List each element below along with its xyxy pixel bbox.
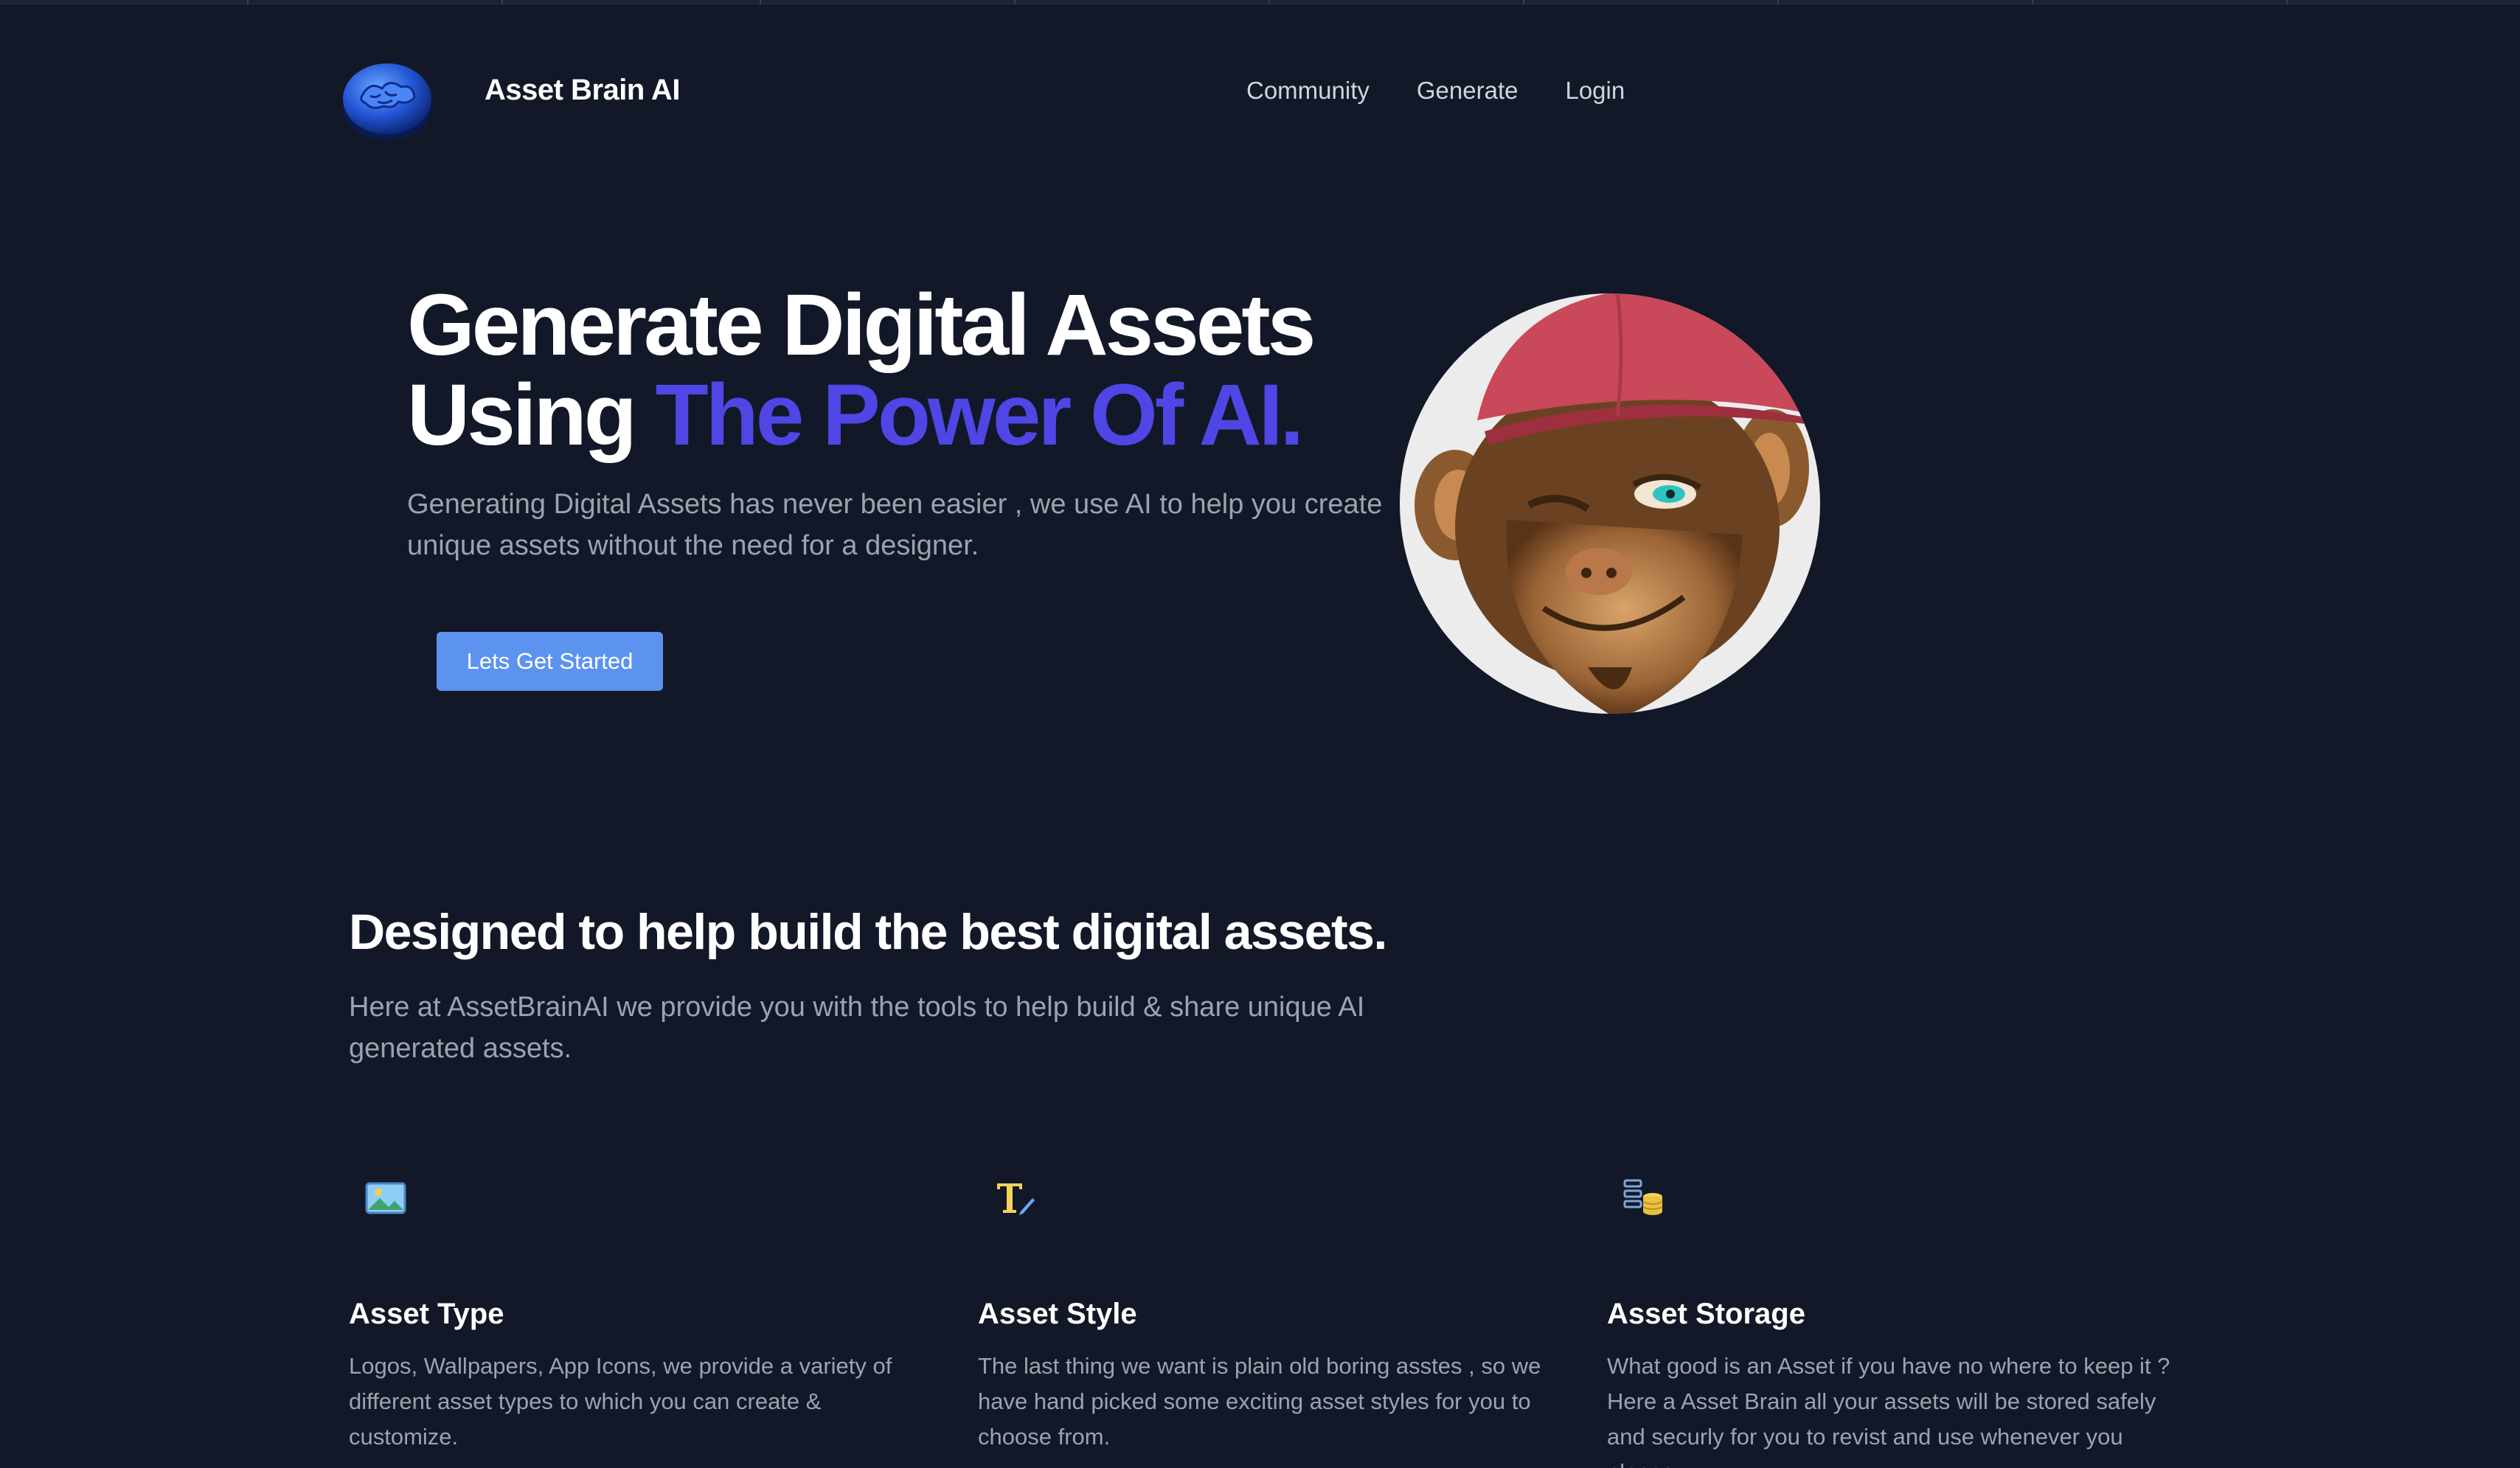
tab-divider — [501, 0, 503, 4]
hero-subtitle: Generating Digital Assets has never been… — [407, 489, 1383, 561]
hero-title-accent: The Power Of AI. — [655, 366, 1305, 464]
brand-name[interactable]: Asset Brain AI — [485, 74, 680, 107]
tab-divider — [1523, 0, 1524, 4]
image-icon — [365, 1182, 406, 1214]
brain-logo-icon[interactable] — [341, 58, 434, 142]
feature-description: The last thing we want is plain old bori… — [978, 1353, 1541, 1450]
tab-divider — [2286, 0, 2288, 4]
tab-divider — [1014, 0, 1016, 4]
nav-link-login[interactable]: Login — [1565, 77, 1625, 105]
features-subtitle: Here at AssetBrainAI we provide you with… — [349, 992, 1365, 1064]
feature-title: Asset Storage — [1607, 1298, 1805, 1330]
hero-title-line1: Generate Digital Assets — [407, 276, 1316, 374]
nav-link-community[interactable]: Community — [1246, 77, 1370, 105]
landing-page: Asset Brain AI Community Generate Login … — [0, 0, 2520, 1468]
database-icon — [1623, 1179, 1663, 1215]
tab-divider — [2032, 0, 2033, 4]
tab-divider — [1777, 0, 1779, 4]
feature-description: Logos, Wallpapers, App Icons, we provide… — [349, 1353, 892, 1450]
tab-divider — [1268, 0, 1270, 4]
text-style-icon — [997, 1183, 1035, 1215]
browser-tab-strip — [0, 0, 2520, 4]
monkey-avatar-image — [1400, 293, 1820, 714]
feature-title: Asset Type — [349, 1298, 504, 1330]
feature-card: Asset Type Logos, Wallpapers, App Icons,… — [349, 1176, 924, 1455]
feature-title: Asset Style — [978, 1298, 1137, 1330]
feature-card: Asset Style The last thing we want is pl… — [978, 1176, 1553, 1455]
hero-title: Generate Digital Assets Using The Power … — [407, 280, 1440, 460]
tab-divider — [760, 0, 761, 4]
features-title: Designed to help build the best digital … — [349, 904, 1387, 960]
nav-link-generate[interactable]: Generate — [1417, 77, 1518, 105]
feature-description: What good is an Asset if you have no whe… — [1607, 1353, 2170, 1468]
get-started-button[interactable]: Lets Get Started — [437, 632, 663, 691]
hero-title-line2: Using — [407, 366, 656, 464]
feature-card: Asset Storage What good is an Asset if y… — [1607, 1176, 2182, 1468]
tab-divider — [247, 0, 249, 4]
main-nav: Community Generate Login — [1246, 77, 1625, 105]
